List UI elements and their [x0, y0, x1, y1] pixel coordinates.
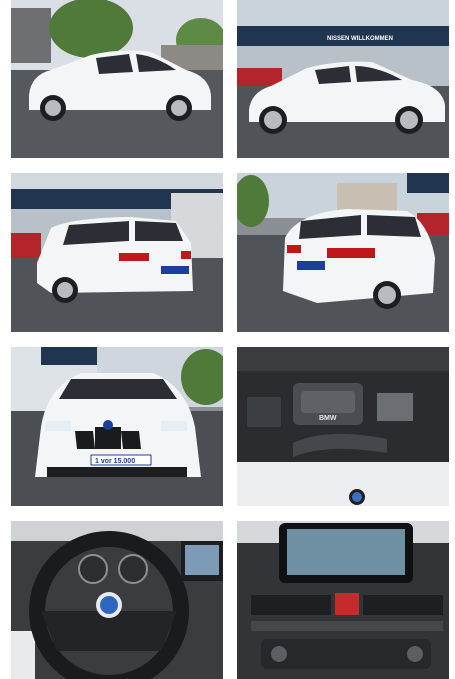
car-side-view-dealership-image: NISSEN WILLKOMMEN — [237, 0, 449, 158]
front-plate-text: 1 vor 15.000 — [95, 458, 135, 465]
gallery-photo-4[interactable] — [237, 173, 449, 332]
center-console-infotainment-image — [237, 521, 449, 679]
dealer-sign-text: NISSEN WILLKOMMEN — [327, 36, 393, 42]
photo-gallery-grid: NISSEN WILLKOMMEN 1 vor 15.000 BMW — [0, 0, 455, 679]
car-rear-three-quarter-right-image — [237, 173, 449, 332]
engine-bay-image: BMW — [237, 347, 449, 506]
gallery-photo-6[interactable]: BMW — [237, 347, 449, 506]
gallery-photo-8[interactable] — [237, 521, 449, 679]
car-front-view-image: 1 vor 15.000 — [11, 347, 223, 506]
engine-badge-text: BMW — [319, 415, 337, 422]
gallery-photo-3[interactable] — [11, 173, 223, 332]
gallery-photo-5[interactable]: 1 vor 15.000 — [11, 347, 223, 506]
gallery-photo-7[interactable] — [11, 521, 223, 679]
gallery-photo-2[interactable]: NISSEN WILLKOMMEN — [237, 0, 449, 158]
car-side-view-left-image — [11, 0, 223, 158]
gallery-photo-1[interactable] — [11, 0, 223, 158]
steering-wheel-interior-image — [11, 521, 223, 679]
car-rear-three-quarter-left-image — [11, 173, 223, 332]
